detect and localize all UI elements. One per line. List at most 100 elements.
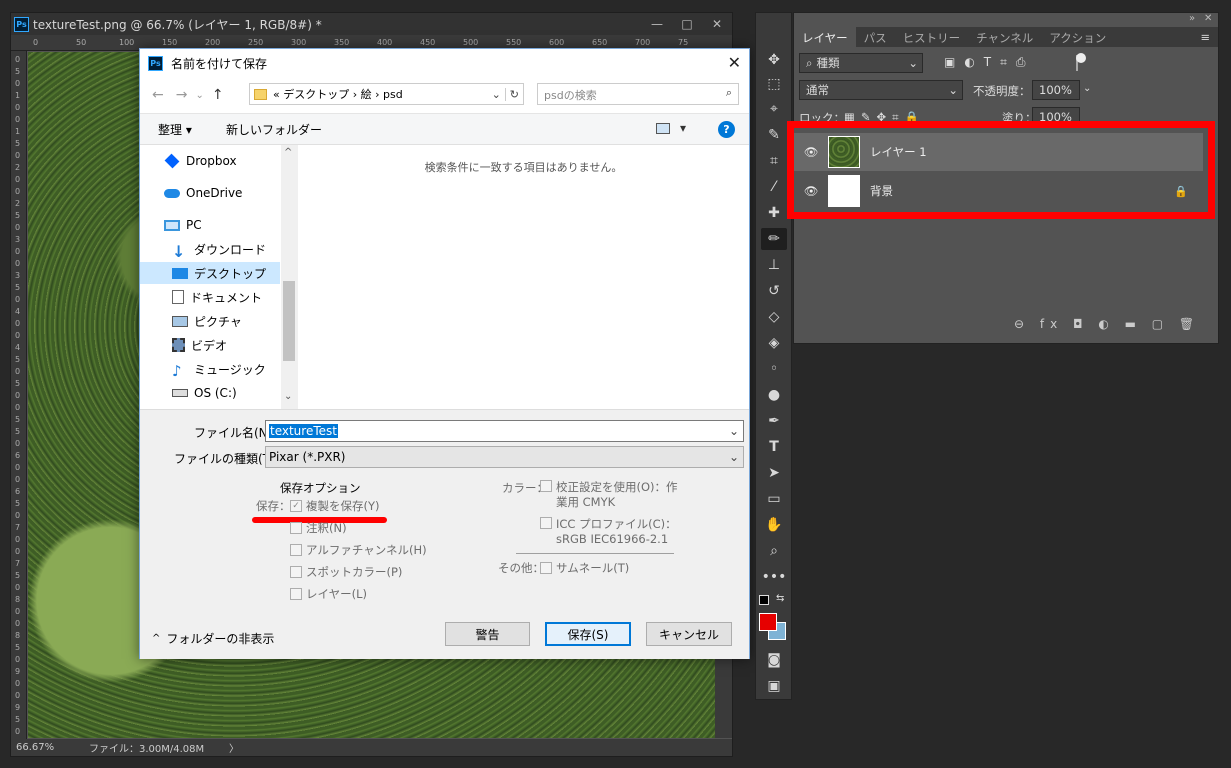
minimize-button[interactable]: —: [642, 17, 672, 31]
nav-item-os-drive[interactable]: OS (C:): [140, 382, 280, 404]
scroll-down-icon[interactable]: ⌄: [284, 391, 292, 402]
back-arrow-icon[interactable]: ←: [152, 87, 164, 103]
tab-channels[interactable]: チャンネル: [968, 27, 1041, 47]
layer-filter-select[interactable]: ⌕ 種類 ⌄: [799, 53, 923, 73]
copy-save-checkbox[interactable]: ✓ 複製を保存(Y): [290, 498, 380, 514]
ruler-tick-label: 0: [15, 475, 21, 484]
address-dropdown-icon[interactable]: ⌄: [492, 88, 501, 101]
eraser-tool-icon[interactable]: ◇: [761, 306, 787, 328]
tab-history[interactable]: ヒストリー: [895, 27, 969, 47]
dialog-titlebar[interactable]: Ps 名前を付けて保存 ✕: [140, 49, 749, 77]
rectangle-tool-icon[interactable]: ▭: [761, 488, 787, 510]
tab-paths[interactable]: パス: [856, 27, 895, 47]
maximize-button[interactable]: □: [672, 17, 702, 31]
tab-actions[interactable]: アクション: [1041, 27, 1114, 47]
zoom-level[interactable]: 66.67%: [11, 742, 59, 753]
organize-button[interactable]: 整理 ▾: [158, 121, 192, 138]
move-tool-icon[interactable]: ✥: [761, 49, 787, 71]
panel-menu-icon[interactable]: ≡: [1192, 27, 1218, 47]
type-tool-icon[interactable]: T: [761, 436, 787, 458]
hide-folders-button[interactable]: ^ フォルダーの非表示: [152, 630, 274, 647]
new-folder-button[interactable]: 新しいフォルダー: [226, 121, 322, 138]
alpha-channel-checkbox[interactable]: アルファチャンネル(H): [290, 542, 427, 558]
view-options-icon[interactable]: [656, 123, 670, 134]
cancel-button[interactable]: キャンセル: [646, 622, 732, 646]
nav-item-downloads[interactable]: ↓ ダウンロード: [140, 238, 280, 261]
proof-setup-checkbox[interactable]: 校正設定を使用(O)：作 業用 CMYK: [540, 480, 678, 510]
onedrive-icon: [164, 188, 180, 198]
foreground-color-swatch[interactable]: [759, 613, 777, 631]
file-list[interactable]: 検索条件に一致する項目はありません。: [298, 145, 749, 409]
dodge-tool-icon[interactable]: ●: [761, 384, 787, 406]
nav-item-videos[interactable]: ビデオ: [140, 334, 280, 356]
blend-mode-select[interactable]: 通常 ⌄: [799, 80, 963, 100]
recent-locations-icon[interactable]: ⌄: [195, 90, 203, 101]
blur-tool-icon[interactable]: ◦: [761, 358, 787, 380]
search-input[interactable]: psdの検索 ⌕: [537, 83, 739, 105]
annotations-checkbox[interactable]: 注釈(N): [290, 520, 347, 536]
quick-mask-icon[interactable]: ◙: [761, 649, 787, 671]
save-options-area: ファイル名(N): textureTest ⌄ ファイルの種類(T): Pixa…: [140, 409, 749, 659]
navigation-scrollbar[interactable]: ^ ⌄: [281, 145, 297, 409]
zoom-tool-icon[interactable]: ⌕: [761, 540, 787, 562]
more-tools-icon[interactable]: •••: [761, 566, 787, 588]
swap-colors-icon[interactable]: ⇆: [776, 593, 784, 604]
address-bar[interactable]: « デスクトップ › 絵 › psd ⌄ ↻: [249, 83, 524, 105]
close-button[interactable]: ✕: [702, 17, 732, 31]
nav-item-music[interactable]: ♪ ミュージック: [140, 358, 280, 380]
ruler-tick-label: 0: [15, 259, 21, 268]
hand-tool-icon[interactable]: ✋: [761, 514, 787, 536]
eyedropper-tool-icon[interactable]: ⁄: [761, 176, 787, 198]
nav-item-pc[interactable]: PC: [140, 214, 280, 236]
breadcrumb[interactable]: « デスクトップ › 絵 › psd: [273, 86, 403, 102]
crop-tool-icon[interactable]: ⌗: [761, 150, 787, 172]
help-icon[interactable]: ?: [718, 121, 735, 138]
quick-select-tool-icon[interactable]: ✎: [761, 124, 787, 146]
nav-item-onedrive[interactable]: OneDrive: [140, 182, 280, 204]
dialog-close-button[interactable]: ✕: [728, 53, 741, 72]
ruler-tick-label: 0: [15, 583, 21, 592]
filename-dropdown-icon[interactable]: ⌄: [729, 424, 739, 438]
filename-field[interactable]: textureTest ⌄: [265, 420, 744, 442]
nav-item-documents[interactable]: ドキュメント: [140, 286, 280, 308]
history-brush-tool-icon[interactable]: ↺: [761, 280, 787, 302]
document-titlebar[interactable]: Ps textureTest.png @ 66.7% (レイヤー 1, RGB/…: [11, 13, 732, 35]
marquee-tool-icon[interactable]: ⬚: [761, 73, 787, 95]
collapse-panel-icon[interactable]: »: [1189, 13, 1195, 24]
tab-layers[interactable]: レイヤー: [794, 27, 856, 47]
scroll-up-icon[interactable]: ^: [284, 147, 292, 158]
nav-item-dropbox[interactable]: Dropbox: [140, 150, 280, 172]
spot-color-checkbox[interactable]: スポットカラー(P): [290, 564, 402, 580]
lasso-tool-icon[interactable]: ⌖: [761, 98, 787, 120]
view-dropdown-icon[interactable]: ▾: [680, 121, 686, 135]
thumbnail-checkbox[interactable]: サムネール(T): [540, 560, 629, 576]
clone-stamp-tool-icon[interactable]: ⊥: [761, 254, 787, 276]
status-menu-arrow-icon[interactable]: 〉: [229, 740, 239, 755]
filetype-dropdown-icon[interactable]: ⌄: [729, 450, 739, 464]
forward-arrow-icon[interactable]: →: [176, 87, 188, 103]
scroll-thumb[interactable]: [283, 281, 295, 361]
warning-button[interactable]: 警告: [445, 622, 530, 646]
screen-mode-icon[interactable]: ▣: [761, 675, 787, 697]
refresh-icon[interactable]: ↻: [504, 87, 523, 101]
filetype-select[interactable]: Pixar (*.PXR) ⌄: [265, 446, 744, 468]
default-colors-icon[interactable]: [759, 595, 769, 605]
nav-item-pictures[interactable]: ピクチャ: [140, 310, 280, 332]
nav-item-desktop[interactable]: デスクトップ: [140, 262, 280, 284]
brush-tool-icon[interactable]: ✏: [761, 228, 787, 250]
path-select-tool-icon[interactable]: ➤: [761, 462, 787, 484]
save-button[interactable]: 保存(S): [545, 622, 631, 646]
healing-brush-tool-icon[interactable]: ✚: [761, 202, 787, 224]
opacity-dropdown-icon[interactable]: ⌄: [1083, 83, 1091, 94]
paint-bucket-tool-icon[interactable]: ◈: [761, 332, 787, 354]
filter-icons[interactable]: ▣◐T⌗⎙: [944, 55, 1035, 70]
layers-checkbox[interactable]: レイヤー(L): [290, 586, 367, 602]
close-panel-icon[interactable]: ✕: [1204, 13, 1212, 24]
pen-tool-icon[interactable]: ✒: [761, 410, 787, 432]
save-options-title: 保存オプション: [280, 481, 361, 495]
up-arrow-icon[interactable]: ↑: [212, 87, 224, 103]
opacity-input[interactable]: 100%: [1032, 80, 1080, 100]
search-icon[interactable]: ⌕: [726, 86, 732, 100]
icc-profile-checkbox[interactable]: ICC プロファイル(C)： sRGB IEC61966-2.1: [540, 517, 677, 547]
layer-footer-icons[interactable]: ⊖ fx ◘ ◐ ▬ ▢ 🗑: [1014, 317, 1200, 331]
